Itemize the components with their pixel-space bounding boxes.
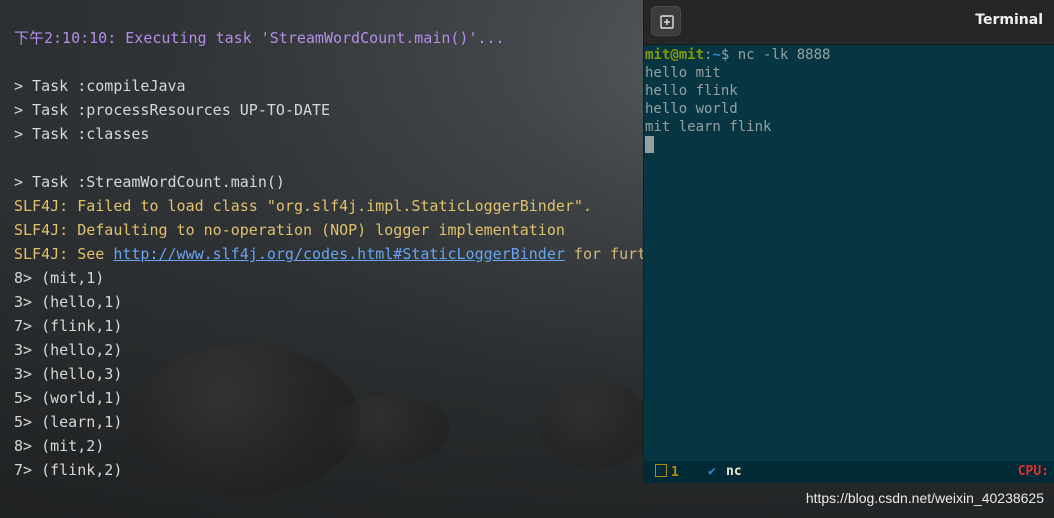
console-text: > Task :StreamWordCount.main()	[14, 173, 285, 191]
terminal-content[interactable]: mit@mit:~$ nc -lk 8888 hello mit hello fli…	[645, 46, 830, 154]
console-text: 3> (hello,3)	[14, 365, 123, 383]
tmux-status-bar: 1 ✔ nc CPU:	[644, 461, 1054, 483]
console-text: 3> (hello,2)	[14, 341, 123, 359]
console-text: 5> (learn,1)	[14, 413, 123, 431]
cursor-line	[645, 136, 830, 154]
console-line: > Task :StreamWordCount.main()	[14, 170, 644, 194]
console-text: SLF4J: Failed to load class "org.slf4j.i…	[14, 197, 592, 215]
status-window-index[interactable]: 1	[655, 464, 679, 480]
run-console-output: 下午2:10:10: Executing task 'StreamWordCou…	[14, 26, 647, 482]
console-line: 5> (learn,1)	[14, 410, 644, 434]
console-text: 8> (mit,1)	[14, 269, 105, 287]
terminal-output-line: mit learn flink	[645, 119, 772, 135]
console-line: 5> (world,1)	[14, 386, 644, 410]
terminal-window[interactable]: Terminal mit@mit:~$ nc -lk 8888 hello mit…	[643, 0, 1054, 483]
console-text: 7> (flink,1)	[14, 317, 123, 335]
prompt-path: ~	[712, 47, 721, 63]
console-text: 7> (flink,2)	[14, 461, 123, 479]
console-line: 8> (mit,1)	[14, 266, 644, 290]
console-line: 下午2:10:10: Executing task 'StreamWordCou…	[14, 26, 644, 50]
console-line: 3> (hello,3)	[14, 362, 644, 386]
console-text: > Task :classes	[14, 125, 150, 143]
shell-prompt-line: mit@mit:~$ nc -lk 8888	[645, 46, 830, 64]
console-line: SLF4J: Defaulting to no-operation (NOP) …	[14, 218, 644, 242]
terminal-output-line: hello flink	[645, 83, 738, 99]
console-text: > Task :processResources UP-TO-DATE	[14, 101, 331, 119]
console-line: 3> (hello,1)	[14, 290, 644, 314]
console-text: 5> (world,1)	[14, 389, 123, 407]
console-text: 3> (hello,1)	[14, 293, 123, 311]
console-line: SLF4J: Failed to load class "org.slf4j.i…	[14, 194, 644, 218]
console-line: 7> (flink,1)	[14, 314, 644, 338]
console-line: SLF4J: See http://www.slf4j.org/codes.ht…	[14, 242, 647, 266]
window-box-icon	[655, 464, 667, 477]
status-command: nc	[726, 464, 742, 479]
console-line: > Task :compileJava	[14, 74, 644, 98]
terminal-output-line: hello world	[645, 101, 738, 117]
console-text: 8> (mit,2)	[14, 437, 105, 455]
console-text: SLF4J: Defaulting to no-operation (NOP) …	[14, 221, 565, 239]
prompt-command: nc -lk 8888	[729, 47, 831, 63]
new-tab-icon	[660, 15, 674, 29]
window-index-label: 1	[671, 465, 679, 480]
prompt-user: mit@mit	[645, 47, 705, 63]
console-line: 3> (hello,2)	[14, 338, 644, 362]
watermark-url: https://blog.csdn.net/weixin_40238625	[805, 490, 1044, 506]
console-text: > Task :compileJava	[14, 77, 186, 95]
terminal-titlebar: Terminal	[644, 0, 1054, 45]
console-line: > Task :processResources UP-TO-DATE	[14, 98, 644, 122]
console-text: 下午2:10:10: Executing task 'StreamWordCou…	[14, 29, 505, 47]
terminal-output-line: hello mit	[645, 65, 721, 81]
desktop-background: 下午2:10:10: Executing task 'StreamWordCou…	[0, 0, 1054, 518]
new-tab-button[interactable]	[651, 6, 681, 36]
status-cpu-label: CPU:	[1017, 464, 1049, 479]
console-line: 8> (mit,2)	[14, 434, 644, 458]
console-text: for furt	[564, 245, 647, 263]
check-icon: ✔	[708, 464, 716, 479]
console-text: SLF4J: See	[14, 245, 114, 263]
text-cursor	[645, 136, 654, 153]
terminal-title: Terminal	[975, 12, 1043, 28]
console-line: 7> (flink,2)	[14, 458, 644, 482]
console-link[interactable]: http://www.slf4j.org/codes.html#StaticLo…	[113, 245, 565, 263]
console-line: > Task :classes	[14, 122, 644, 146]
